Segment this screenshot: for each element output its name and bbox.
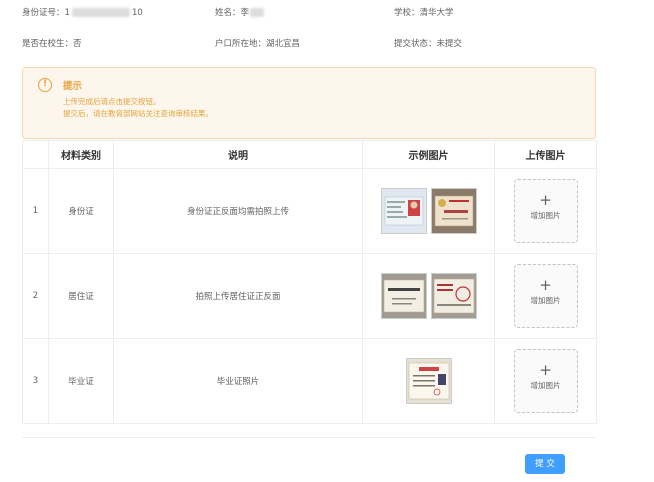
residence-permit-front-sample-image[interactable] [380,273,427,319]
id-number-field: 身份证号：1 10 [22,6,143,18]
plus-icon: + [539,191,552,209]
info-row-2: 是否在校生：否 户口所在地：湖北宜昌 提交状态：未提交 [22,37,622,51]
name-redaction [250,8,265,17]
header-index [22,140,49,169]
hukou-label: 户口所在地： [215,39,267,49]
residence-permit-back-sample-image[interactable] [430,273,477,319]
sample-images [362,253,495,339]
hukou-value: 湖北宜昌 [266,39,301,49]
submit-button[interactable]: 提 交 [525,454,565,474]
id-card-front-sample-image[interactable] [380,188,427,234]
add-image-button[interactable]: + 增加图片 [513,349,578,413]
id-number-prefix: 1 [64,8,70,18]
header-description: 说明 [113,140,363,169]
school-field: 学校：清华大学 [394,6,454,18]
enrolled-field: 是否在校生：否 [22,37,82,49]
status-field: 提交状态：未提交 [394,37,462,49]
plus-icon: + [539,361,552,379]
plus-icon: + [539,276,552,294]
row-index: 2 [22,253,49,339]
row-category: 居住证 [48,253,114,339]
materials-table: 材料类别 说明 示例图片 上传图片 1 身份证 身份证正反面均需拍照上传 + 增… [22,140,597,424]
row-category: 身份证 [48,168,114,254]
add-image-label: 增加图片 [530,381,561,390]
row-category: 毕业证 [48,338,114,424]
header-sample-image: 示例图片 [362,140,495,169]
id-number-label: 身份证号： [22,8,65,18]
row-description: 毕业证照片 [113,338,363,424]
header-upload-image: 上传图片 [494,140,597,169]
id-card-back-sample-image[interactable] [430,188,477,234]
name-value: 李 [240,8,250,18]
info-row-1: 身份证号：1 10 姓名：李 学校：清华大学 [22,6,622,20]
id-number-redaction [71,8,130,17]
diploma-sample-image[interactable] [405,358,452,404]
hukou-field: 户口所在地：湖北宜昌 [215,37,300,49]
table-header-row: 材料类别 说明 示例图片 上传图片 [22,140,597,169]
add-image-label: 增加图片 [530,296,561,305]
warning-circle-icon: ! [38,78,52,92]
row-index: 3 [22,338,49,424]
add-image-button[interactable]: + 增加图片 [513,264,578,328]
school-label: 学校： [394,8,420,18]
table-row: 3 毕业证 毕业证照片 + 增加图片 [22,338,597,424]
id-number-suffix: 10 [131,8,143,18]
row-description: 拍照上传居住证正反面 [113,253,363,339]
upload-cell: + 增加图片 [494,168,597,254]
name-field: 姓名：李 [215,6,265,18]
sample-images [362,338,495,424]
tip-alert: ! 提示 上传完成后请点击提交按钮。 提交后，请在教育部网站关注查询审核结果。 [22,67,596,139]
status-label: 提交状态： [394,39,437,49]
enrolled-value: 否 [73,39,82,49]
upload-cell: + 增加图片 [494,338,597,424]
enrolled-label: 是否在校生： [22,39,74,49]
add-image-label: 增加图片 [530,211,561,220]
sample-images [362,168,495,254]
table-row: 2 居住证 拍照上传居住证正反面 + 增加图片 [22,253,597,339]
status-value: 未提交 [436,39,463,49]
add-image-button[interactable]: + 增加图片 [513,179,578,243]
footer-divider [22,437,596,438]
row-description: 身份证正反面均需拍照上传 [113,168,363,254]
alert-line-2: 提交后，请在教育部网站关注查询审核结果。 [63,109,213,118]
header-category: 材料类别 [48,140,114,169]
upload-cell: + 增加图片 [494,253,597,339]
alert-title: 提示 [63,81,83,92]
name-label: 姓名： [215,8,241,18]
school-value: 清华大学 [419,8,454,18]
row-index: 1 [22,168,49,254]
alert-line-1: 上传完成后请点击提交按钮。 [63,97,161,106]
table-row: 1 身份证 身份证正反面均需拍照上传 + 增加图片 [22,168,597,254]
